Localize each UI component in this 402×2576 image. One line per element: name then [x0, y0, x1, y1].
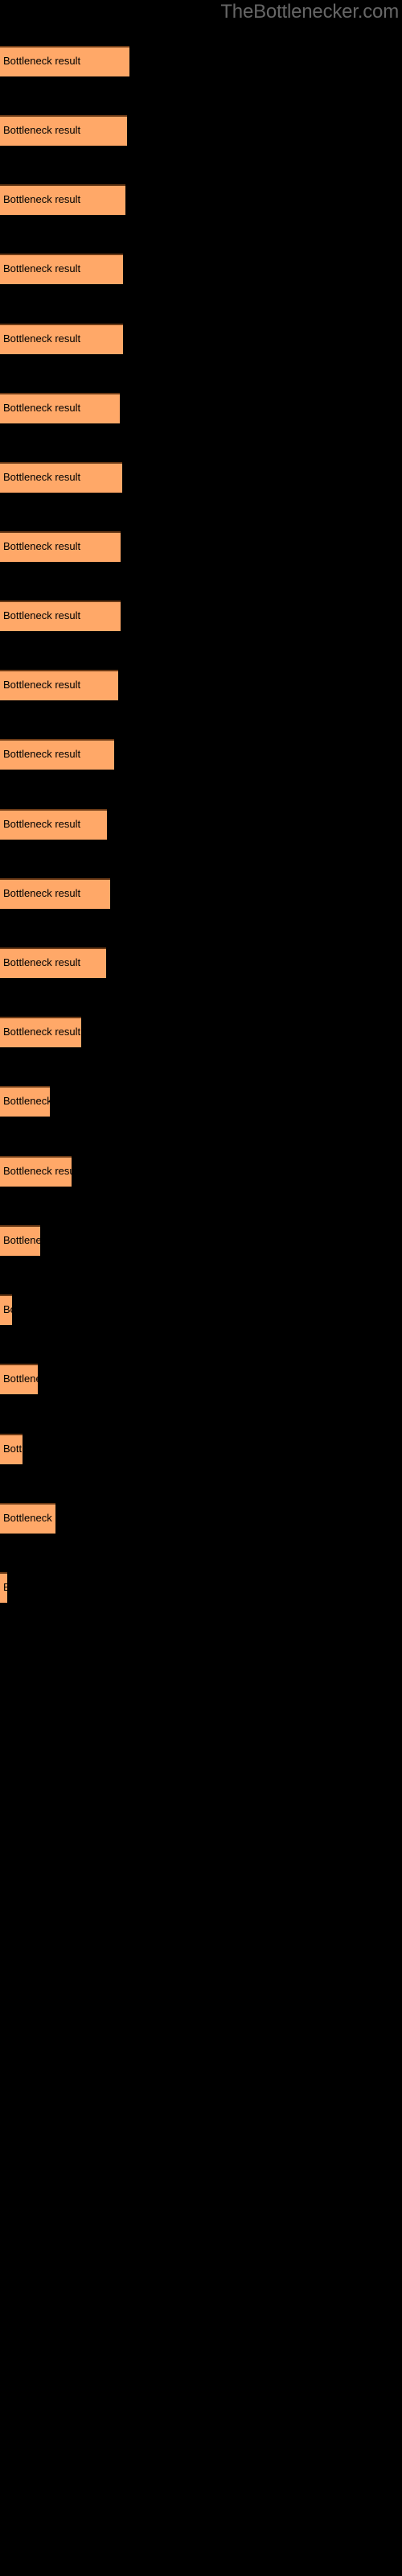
bar-label-clip: Bottleneck result [0, 254, 123, 284]
bar-label-clip: Bottleneck result [0, 462, 122, 493]
bar-label-clip: Bottleneck result [0, 809, 107, 840]
bar-row[interactable]: Bottleneck result [0, 1503, 55, 1534]
bar-row[interactable]: Bottleneck result [0, 809, 107, 840]
bar-label-clip: Bottleneck result [0, 1294, 12, 1325]
bar-row[interactable]: Bottleneck result [0, 878, 110, 909]
bar-label-clip: Bottleneck result [0, 1434, 23, 1464]
bar-row[interactable]: Bottleneck result [0, 670, 118, 700]
bar-label: Bottleneck result [3, 1581, 7, 1593]
bar-row[interactable]: Bottleneck result [0, 393, 120, 423]
bar-row[interactable]: Bottleneck result [0, 115, 127, 146]
bar-label: Bottleneck result [3, 1165, 72, 1177]
bar-series-layer: Bottleneck result Bottleneck result Bottle… [0, 0, 402, 2576]
bar-row[interactable]: Bottleneck result [0, 1225, 40, 1256]
bar-label-clip: Bottleneck result [0, 1017, 81, 1047]
bar-label: Bottleneck result [3, 332, 81, 345]
bar-label: Bottleneck result [3, 1303, 12, 1315]
bar-label-clip: Bottleneck result [0, 1156, 72, 1187]
bar-row[interactable]: Bottleneck result [0, 46, 129, 76]
bar-row[interactable]: Bottleneck result [0, 531, 121, 562]
bar-label: Bottleneck result [3, 956, 81, 968]
bar-label: Bottleneck result [3, 55, 81, 67]
bar-label-clip: Bottleneck result [0, 324, 123, 354]
bar-label-clip: Bottleneck result [0, 1572, 7, 1603]
bar-row[interactable]: Bottleneck result [0, 324, 123, 354]
bar-label: Bottleneck result [3, 193, 81, 205]
bar-row[interactable]: Bottleneck result [0, 947, 106, 978]
bar-label: Bottleneck result [3, 609, 81, 621]
bar-label: Bottleneck result [3, 124, 81, 136]
bar-row[interactable]: Bottleneck result [0, 462, 122, 493]
bar-row[interactable]: Bottleneck result [0, 1156, 72, 1187]
bar-label: Bottleneck result [3, 887, 81, 899]
bar-label-clip: Bottleneck result [0, 531, 121, 562]
bar-row[interactable]: Bottleneck result [0, 601, 121, 631]
bar-row[interactable]: Bottleneck result [0, 184, 125, 215]
bar-label-clip: Bottleneck result [0, 739, 114, 770]
bar-label-clip: Bottleneck result [0, 1225, 40, 1256]
bar-label-clip: Bottleneck result [0, 46, 129, 76]
bar-label: Bottleneck result [3, 1095, 50, 1107]
bar-label: Bottleneck result [3, 1026, 81, 1038]
bar-label-clip: Bottleneck result [0, 670, 118, 700]
bar-label: Bottleneck result [3, 1443, 23, 1455]
bar-label-clip: Bottleneck result [0, 1364, 38, 1394]
bar-label-clip: Bottleneck result [0, 115, 127, 146]
bar-label-clip: Bottleneck result [0, 1503, 55, 1534]
bottleneck-bar-chart: TheBottlenecker.com Bottleneck result Bot… [0, 0, 402, 2576]
bar-label: Bottleneck result [3, 262, 81, 275]
bar-row[interactable]: Bottleneck result [0, 739, 114, 770]
bar-label-clip: Bottleneck result [0, 393, 120, 423]
bar-row[interactable]: Bottleneck result [0, 254, 123, 284]
bar-label: Bottleneck result [3, 748, 81, 760]
bar-row[interactable]: Bottleneck result [0, 1364, 38, 1394]
bar-row[interactable]: Bottleneck result [0, 1017, 81, 1047]
bar-label-clip: Bottleneck result [0, 947, 106, 978]
bar-label: Bottleneck result [3, 471, 81, 483]
bar-label: Bottleneck result [3, 679, 81, 691]
bar-label-clip: Bottleneck result [0, 184, 125, 215]
bar-label-clip: Bottleneck result [0, 601, 121, 631]
bar-row[interactable]: Bottleneck result [0, 1572, 7, 1603]
bar-row[interactable]: Bottleneck result [0, 1294, 12, 1325]
bar-label: Bottleneck result [3, 1512, 55, 1524]
bar-row[interactable]: Bottleneck result [0, 1086, 50, 1117]
bar-label: Bottleneck result [3, 540, 81, 552]
bar-label: Bottleneck result [3, 1373, 38, 1385]
bar-row[interactable]: Bottleneck result [0, 1434, 23, 1464]
bar-label: Bottleneck result [3, 1234, 40, 1246]
bar-label-clip: Bottleneck result [0, 1086, 50, 1117]
bar-label-clip: Bottleneck result [0, 878, 110, 909]
bar-label: Bottleneck result [3, 818, 81, 830]
bar-label: Bottleneck result [3, 402, 81, 414]
